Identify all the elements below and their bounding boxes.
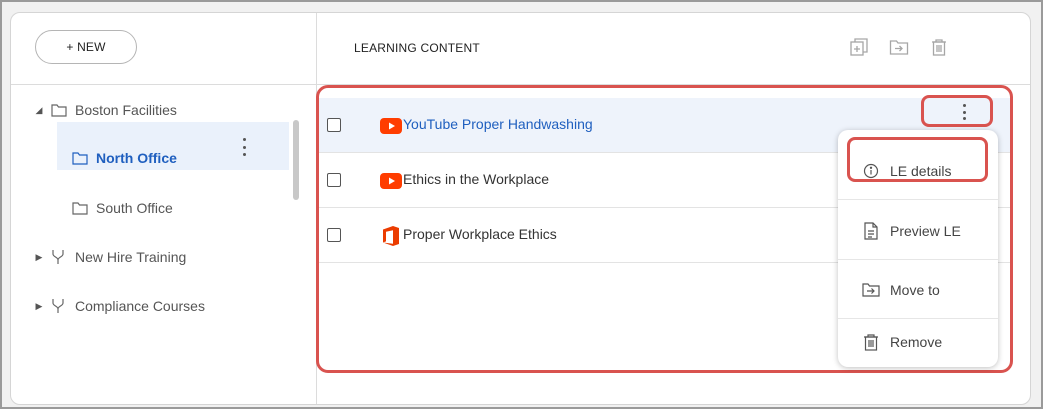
tree-item-boston-facilities[interactable]: ◢ Boston Facilities xyxy=(33,100,177,120)
tree-item-label: New Hire Training xyxy=(75,249,187,265)
menu-item-remove[interactable]: Remove xyxy=(838,320,998,364)
header-actions xyxy=(847,35,951,59)
folder-icon xyxy=(72,150,88,166)
highlight-outline-more xyxy=(921,95,993,127)
folder-icon xyxy=(51,102,67,118)
fork-icon xyxy=(51,249,67,265)
document-icon xyxy=(862,221,880,240)
tree-item-north-office[interactable]: North Office xyxy=(68,148,177,168)
folder-icon xyxy=(72,200,88,216)
tree-item-label: South Office xyxy=(96,200,173,216)
trash-icon[interactable] xyxy=(927,35,951,59)
tree-item-label: Compliance Courses xyxy=(75,298,205,314)
highlight-outline-le-details xyxy=(847,137,988,182)
menu-item-label: Move to xyxy=(890,281,940,298)
caret-right-icon[interactable]: ▶ xyxy=(33,301,45,312)
tree-item-compliance-courses[interactable]: ▶ Compliance Courses xyxy=(33,296,205,316)
copy-add-icon[interactable] xyxy=(847,35,871,59)
caret-right-icon[interactable]: ▶ xyxy=(33,252,45,263)
move-folder-icon xyxy=(862,281,880,299)
tree-item-label: Boston Facilities xyxy=(75,102,177,118)
move-folder-icon[interactable] xyxy=(887,35,911,59)
tree-scrollbar[interactable] xyxy=(293,120,299,200)
caret-down-icon[interactable]: ◢ xyxy=(33,105,45,116)
menu-item-preview-le[interactable]: Preview LE xyxy=(838,202,998,260)
tree-item-more-icon[interactable] xyxy=(240,138,248,156)
menu-item-move-to[interactable]: Move to xyxy=(838,261,998,319)
tree-item-south-office[interactable]: South Office xyxy=(68,198,173,218)
tree-item-new-hire-training[interactable]: ▶ New Hire Training xyxy=(33,247,187,267)
new-button[interactable]: + NEW xyxy=(35,30,137,64)
page-title: LEARNING CONTENT xyxy=(354,41,480,55)
menu-item-label: Preview LE xyxy=(890,222,961,239)
trash-icon xyxy=(862,333,880,351)
menu-item-label: Remove xyxy=(890,334,943,350)
fork-icon xyxy=(51,298,67,314)
tree-item-label: North Office xyxy=(96,150,177,166)
